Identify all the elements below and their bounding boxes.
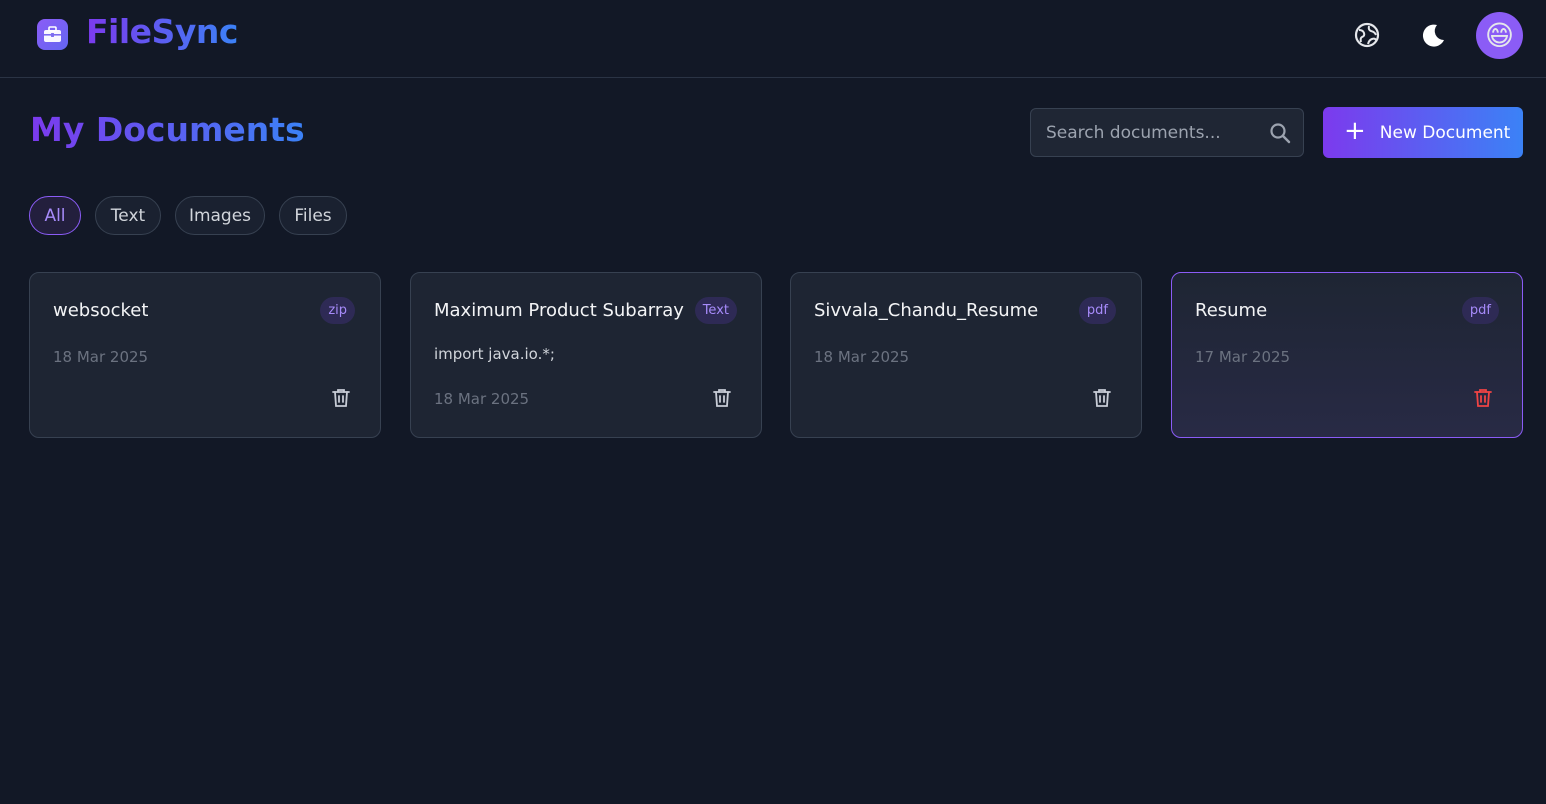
document-card[interactable]: websocket zip 18 Mar 2025	[29, 272, 381, 438]
document-type-badge: zip	[320, 297, 355, 324]
search-icon[interactable]	[1269, 122, 1291, 144]
top-navbar: FileSync 😄	[0, 0, 1546, 78]
app-brand[interactable]: FileSync	[86, 12, 238, 51]
document-title: websocket	[53, 300, 149, 321]
trash-icon[interactable]	[1091, 387, 1113, 409]
document-card[interactable]: Maximum Product Subarray Text import jav…	[410, 272, 762, 438]
globe-icon[interactable]	[1354, 22, 1380, 48]
new-document-label: New Document	[1379, 122, 1511, 143]
document-type-badge: Text	[694, 297, 737, 324]
search-box	[1030, 108, 1304, 157]
trash-icon[interactable]	[711, 387, 733, 409]
new-document-button[interactable]: + New Document	[1323, 107, 1523, 158]
filter-chip-text[interactable]: Text	[95, 196, 161, 235]
document-date: 18 Mar 2025	[53, 348, 149, 366]
document-card[interactable]: Resume pdf 17 Mar 2025	[1171, 272, 1523, 438]
page-title: My Documents	[30, 110, 305, 149]
document-type-badge: pdf	[1461, 297, 1499, 324]
plus-icon: +	[1344, 116, 1366, 146]
document-card[interactable]: Sivvala_Chandu_Resume pdf 18 Mar 2025	[790, 272, 1142, 438]
search-input[interactable]	[1031, 109, 1261, 156]
filter-chip-files[interactable]: Files	[279, 196, 347, 235]
trash-icon[interactable]	[330, 387, 352, 409]
document-title: Maximum Product Subarray	[434, 300, 684, 321]
document-title: Resume	[1195, 300, 1268, 321]
trash-icon[interactable]	[1472, 387, 1494, 409]
document-date: 18 Mar 2025	[434, 390, 530, 408]
document-type-badge: pdf	[1078, 297, 1116, 324]
document-date: 17 Mar 2025	[1195, 348, 1291, 366]
moon-icon[interactable]	[1419, 22, 1447, 50]
filter-chip-images[interactable]: Images	[175, 196, 265, 235]
document-preview: import java.io.*;	[434, 345, 555, 363]
document-title: Sivvala_Chandu_Resume	[814, 300, 1039, 321]
briefcase-icon	[37, 19, 68, 50]
document-date: 18 Mar 2025	[814, 348, 910, 366]
user-avatar[interactable]: 😄	[1476, 12, 1523, 59]
filter-chip-all[interactable]: All	[29, 196, 81, 235]
